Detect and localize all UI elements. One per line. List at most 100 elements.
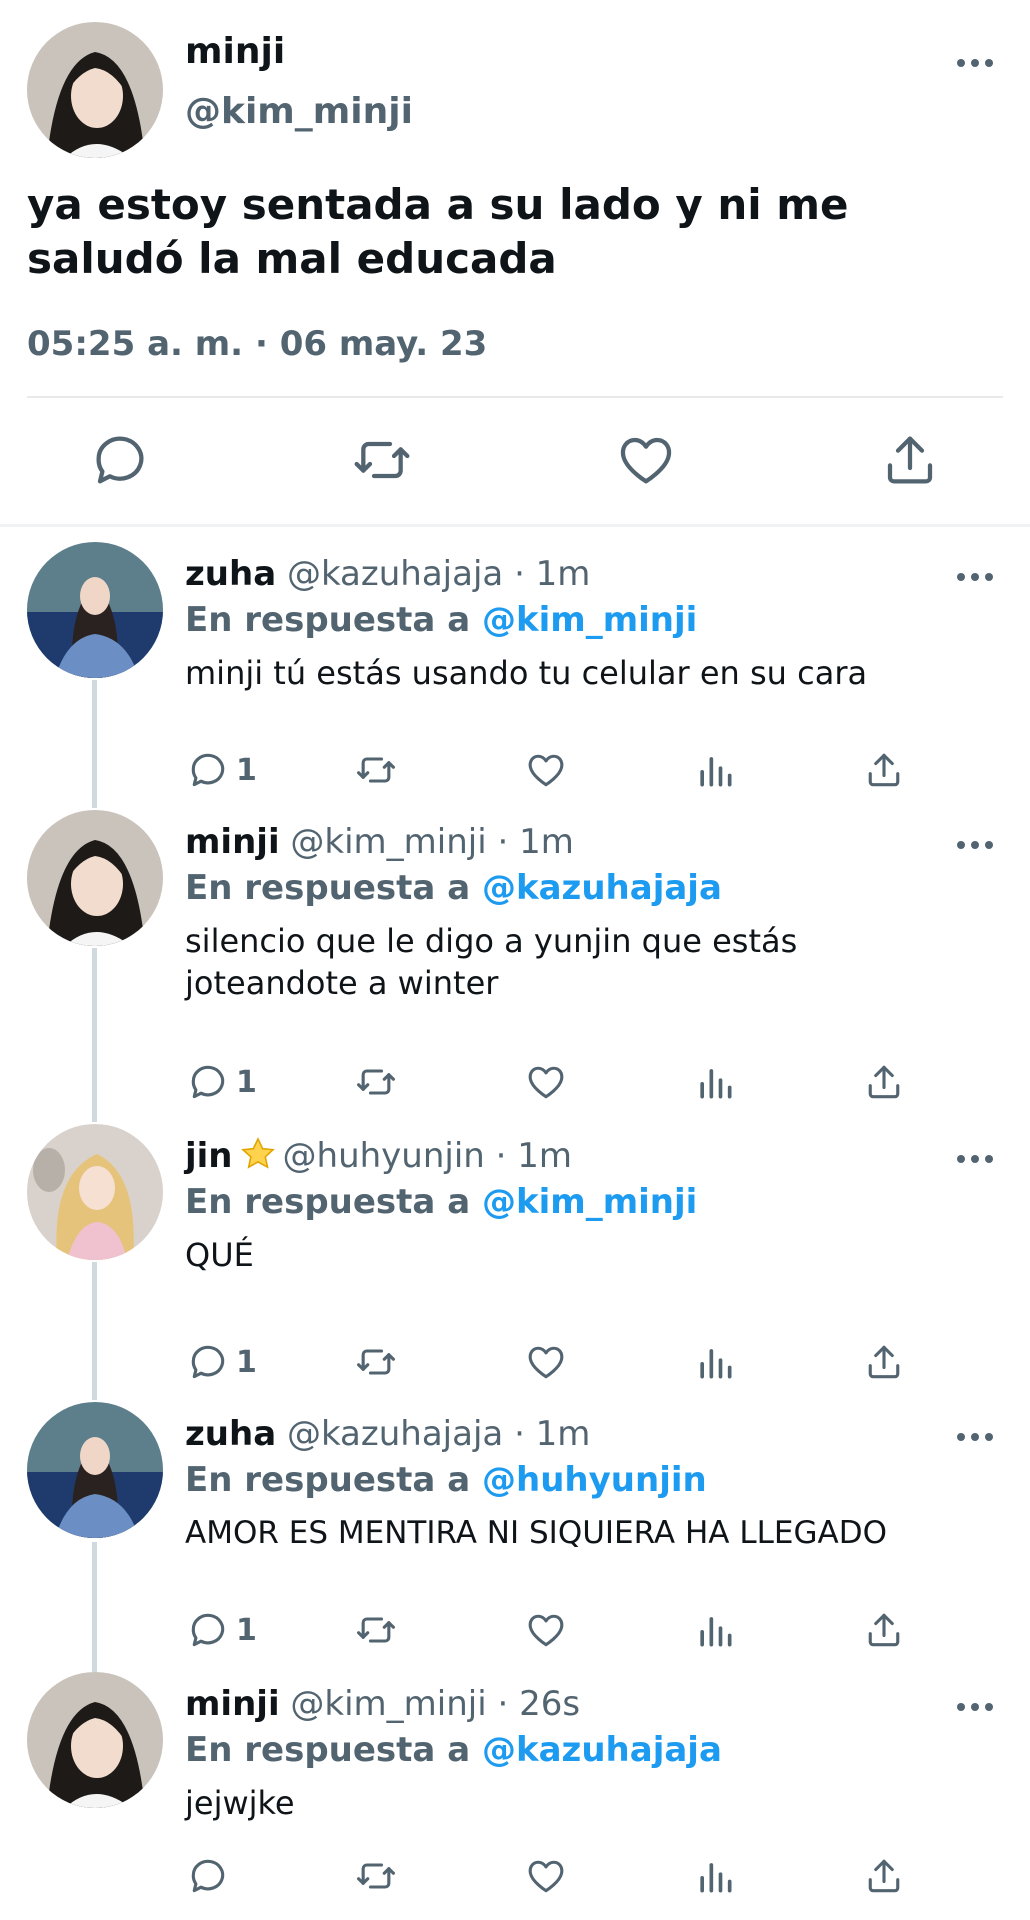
like-icon (528, 1860, 564, 1893)
reply-icon (191, 753, 225, 787)
views-button[interactable] (693, 1054, 737, 1110)
share-icon (868, 1065, 900, 1099)
views-button[interactable] (693, 1602, 737, 1658)
views-icon (700, 1863, 732, 1893)
share-button[interactable] (862, 742, 906, 798)
retweet-button[interactable] (354, 1848, 398, 1904)
like-button[interactable] (524, 742, 568, 798)
retweet-button[interactable] (354, 1054, 398, 1110)
like-button[interactable] (524, 1334, 568, 1390)
author-handle[interactable]: @kim_minji (290, 1684, 486, 1724)
views-button[interactable] (693, 1334, 737, 1390)
reply-text: jejwjke (185, 1784, 295, 1822)
author-name[interactable]: minji (185, 30, 285, 74)
retweet-icon[interactable] (350, 428, 414, 492)
share-icon[interactable] (878, 428, 942, 492)
author-name[interactable]: jin (185, 1136, 233, 1176)
share-icon (868, 1345, 900, 1379)
reply-icon[interactable] (88, 428, 152, 492)
retweet-icon (357, 1863, 395, 1889)
author-name[interactable]: zuha (185, 554, 276, 594)
avatar[interactable] (27, 1672, 163, 1808)
share-button[interactable] (862, 1602, 906, 1658)
reply-to-mention[interactable]: @kim_minji (482, 1182, 697, 1222)
avatar[interactable] (27, 542, 163, 678)
reply-header: jin @huhyunjin · 1m (185, 1134, 572, 1178)
reply-button[interactable]: 1 (186, 1602, 257, 1658)
reply-to-text: En respuesta a (185, 1460, 471, 1500)
reply-count: 1 (236, 752, 257, 788)
reply-button[interactable]: 1 (186, 742, 257, 798)
retweet-icon (357, 757, 395, 783)
reply-text: minji tú estás usando tu celular en su c… (185, 654, 868, 692)
like-icon[interactable] (614, 428, 678, 492)
avatar[interactable] (27, 810, 163, 946)
avatar[interactable] (27, 1124, 163, 1260)
more-icon[interactable] (945, 48, 1005, 78)
reply-actions: 1 (0, 742, 1030, 798)
reply-time[interactable]: · 26s (498, 1684, 581, 1724)
avatar[interactable] (27, 22, 163, 158)
reply-button[interactable]: 1 (186, 1334, 257, 1390)
more-icon[interactable] (945, 1692, 1005, 1722)
divider (27, 396, 1003, 398)
main-tweet: minji @kim_minji ya estoy sentada a su l… (0, 0, 1030, 528)
share-icon (868, 1859, 900, 1893)
reply-tweet[interactable]: minji @kim_minji · 26s En respuesta a @k… (0, 1672, 1030, 1902)
like-icon (528, 1346, 564, 1379)
reply-time[interactable]: · 1m (514, 554, 590, 594)
avatar[interactable] (27, 1402, 163, 1538)
reply-count: 1 (236, 1612, 257, 1648)
reply-to-label: En respuesta a @huhyunjin (185, 1458, 707, 1502)
reply-header: minji @kim_minji · 1m (185, 820, 574, 864)
author-name[interactable]: minji (185, 822, 280, 862)
views-icon (700, 1617, 732, 1647)
share-button[interactable] (862, 1054, 906, 1110)
author-handle[interactable]: @kazuhajaja (287, 554, 503, 594)
retweet-icon (357, 1617, 395, 1643)
reply-to-mention[interactable]: @kim_minji (482, 600, 697, 640)
reply-icon (191, 1613, 225, 1647)
tweet-timestamp[interactable]: 05:25 a. m. · 06 may. 23 (27, 322, 487, 366)
retweet-button[interactable] (354, 1602, 398, 1658)
more-icon[interactable] (945, 1144, 1005, 1174)
reply-button[interactable] (186, 1848, 236, 1904)
retweet-icon (357, 1349, 395, 1375)
more-icon[interactable] (945, 1422, 1005, 1452)
reply-button[interactable]: 1 (186, 1054, 257, 1110)
like-button[interactable] (524, 1848, 568, 1904)
reply-to-label: En respuesta a @kim_minji (185, 1180, 697, 1224)
share-button[interactable] (862, 1334, 906, 1390)
reply-to-mention[interactable]: @kazuhajaja (482, 1730, 722, 1770)
views-button[interactable] (693, 1848, 737, 1904)
share-button[interactable] (862, 1848, 906, 1904)
reply-to-label: En respuesta a @kazuhajaja (185, 866, 722, 910)
author-handle[interactable]: @kim_minji (290, 822, 486, 862)
reply-tweet[interactable]: minji @kim_minji · 1m En respuesta a @ka… (0, 810, 1030, 1100)
more-icon[interactable] (945, 562, 1005, 592)
reply-to-mention[interactable]: @huhyunjin (482, 1460, 707, 1500)
divider (0, 524, 1030, 527)
reply-tweet[interactable]: jin @huhyunjin · 1m En respuesta a @kim_m… (0, 1124, 1030, 1380)
reply-time[interactable]: · 1m (496, 1136, 572, 1176)
author-name[interactable]: zuha (185, 1414, 276, 1454)
more-icon[interactable] (945, 830, 1005, 860)
share-icon (868, 753, 900, 787)
retweet-button[interactable] (354, 742, 398, 798)
reply-to-mention[interactable]: @kazuhajaja (482, 868, 722, 908)
reply-tweet[interactable]: zuha @kazuhajaja · 1m En respuesta a @hu… (0, 1402, 1030, 1648)
reply-time[interactable]: · 1m (498, 822, 574, 862)
reply-actions: 1 (0, 1602, 1030, 1658)
views-icon (700, 1349, 732, 1379)
author-name[interactable]: minji (185, 1684, 280, 1724)
author-handle[interactable]: @kazuhajaja (287, 1414, 503, 1454)
reply-tweet[interactable]: zuha @kazuhajaja · 1m En respuesta a @ki… (0, 542, 1030, 788)
like-button[interactable] (524, 1054, 568, 1110)
like-button[interactable] (524, 1602, 568, 1658)
views-button[interactable] (693, 742, 737, 798)
reply-to-text: En respuesta a (185, 868, 471, 908)
author-handle[interactable]: @kim_minji (185, 90, 413, 134)
reply-time[interactable]: · 1m (514, 1414, 590, 1454)
retweet-button[interactable] (354, 1334, 398, 1390)
author-handle[interactable]: @huhyunjin (283, 1136, 485, 1176)
